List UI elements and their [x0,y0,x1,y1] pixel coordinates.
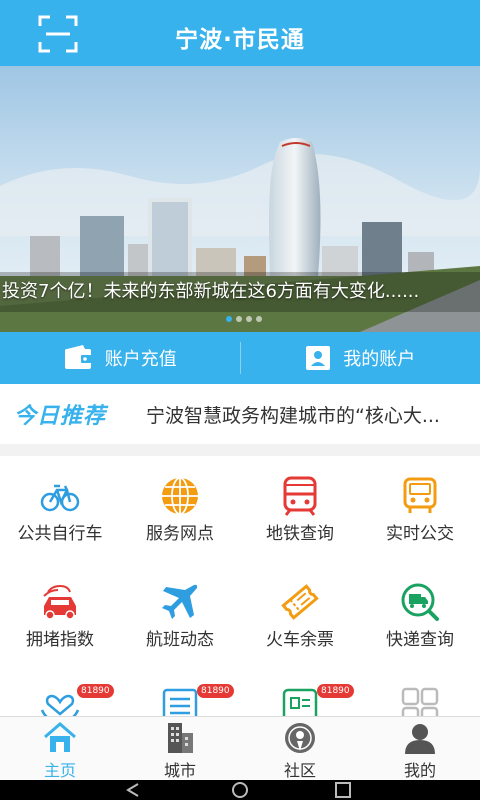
my-account-button[interactable]: 我的账户 [241,332,480,384]
hotline-badge: 81890 [197,684,234,698]
tab-community[interactable]: 社区 [240,717,360,780]
service-service-outlets[interactable]: 服务网点 [120,456,240,562]
train-ticket-icon [281,584,319,620]
service-flight-status[interactable]: 航班动态 [120,562,240,668]
carousel-dot[interactable] [226,316,232,322]
service-label: 服务网点 [146,524,214,544]
recommend-headline[interactable]: 宁波智慧政务构建城市的“核心大... [146,401,466,428]
service-item[interactable]: 81890 [0,668,120,718]
recommend-bar[interactable]: 今日推荐 宁波智慧政务构建城市的“核心大... [0,384,480,444]
account-recharge-button[interactable]: 账户充值 [0,332,240,384]
my-account-label: 我的账户 [343,349,416,370]
home-icon [44,722,76,752]
hotline-badge: 81890 [317,684,354,698]
back-icon[interactable] [126,783,139,797]
bicycle-icon [40,484,80,512]
tab-label: 城市 [163,761,196,780]
service-label: 公共自行车 [17,524,103,544]
news-banner[interactable]: 投资7个亿！未来的东部新城在这6方面有大变化...... [0,66,480,332]
service-label: 航班动态 [146,630,214,650]
service-item[interactable]: 81890 [120,668,240,718]
service-label: 地铁查询 [266,524,334,544]
apps-grid-icon [401,687,439,718]
system-nav-bar [0,780,480,800]
express-search-icon [401,583,439,621]
banner-caption[interactable]: 投资7个亿！未来的东部新城在这6方面有大变化...... [0,272,480,312]
tab-city[interactable]: 城市 [120,717,240,780]
community-icon [285,723,315,753]
service-realtime-bus[interactable]: 实时公交 [360,456,480,562]
tab-label: 主页 [43,761,76,780]
wallet-icon [64,345,93,369]
service-public-bicycle[interactable]: 公共自行车 [0,456,120,562]
recommend-label: 今日推荐 [14,404,107,429]
recents-icon[interactable] [335,782,351,798]
carousel-dot[interactable] [236,316,242,322]
bus-icon [403,477,437,513]
heart-hands-icon [40,694,80,718]
app-header: 宁波·市民通 [0,0,480,66]
account-recharge-label: 账户充值 [104,349,177,370]
service-label: 快递查询 [386,630,454,650]
carousel-dot[interactable] [246,316,252,322]
service-item[interactable] [360,668,480,718]
service-express-tracking[interactable]: 快递查询 [360,562,480,668]
globe-icon [162,477,198,515]
card-icon [282,688,318,718]
service-label: 火车余票 [266,630,334,650]
service-metro-query[interactable]: 地铁查询 [240,456,360,562]
tab-mine[interactable]: 我的 [360,717,480,780]
metro-icon [283,476,317,516]
city-icon [168,723,193,753]
home-nav-icon[interactable] [232,782,248,798]
hotline-badge: 81890 [77,684,114,698]
account-bar: 账户充值 我的账户 [0,332,480,384]
service-label: 拥堵指数 [26,630,94,650]
tab-home[interactable]: 主页 [0,717,120,780]
service-grid: 公共自行车 服务网点 地铁查询 实时公交 拥堵指数 航班动态 火车余票 快递查询… [0,456,480,718]
carousel-dot[interactable] [256,316,262,322]
service-train-tickets[interactable]: 火车余票 [240,562,360,668]
system-nav-buttons [126,782,351,798]
service-label: 实时公交 [386,524,454,544]
traffic-car-icon [43,584,76,620]
account-card-icon [306,346,331,370]
airplane-icon [162,584,198,619]
carousel-indicator [226,316,262,322]
app-title: 宁波·市民通 [175,27,305,53]
list-icon [162,688,198,718]
tab-label: 社区 [283,761,316,780]
bottom-tab-bar: 主页 城市 社区 我的 [0,716,480,780]
service-congestion-index[interactable]: 拥堵指数 [0,562,120,668]
service-item[interactable]: 81890 [240,668,360,718]
user-icon [405,724,435,754]
tab-label: 我的 [403,761,436,780]
